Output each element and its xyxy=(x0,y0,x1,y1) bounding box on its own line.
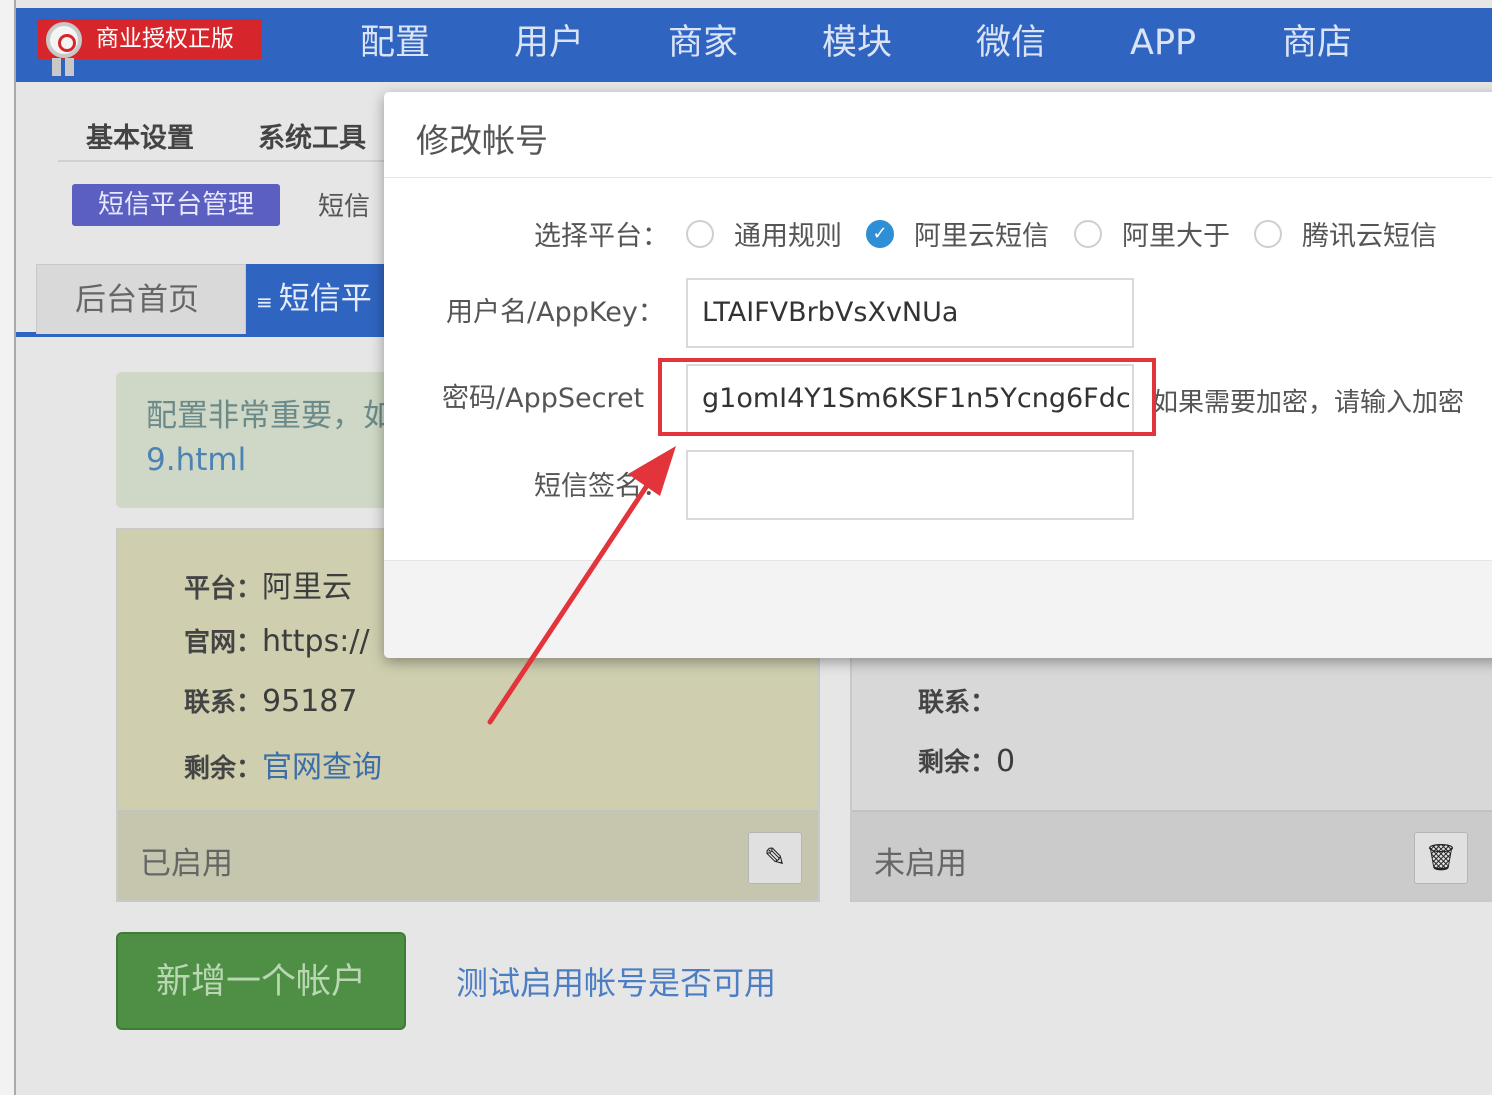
annotation-arrow-icon xyxy=(487,446,676,725)
